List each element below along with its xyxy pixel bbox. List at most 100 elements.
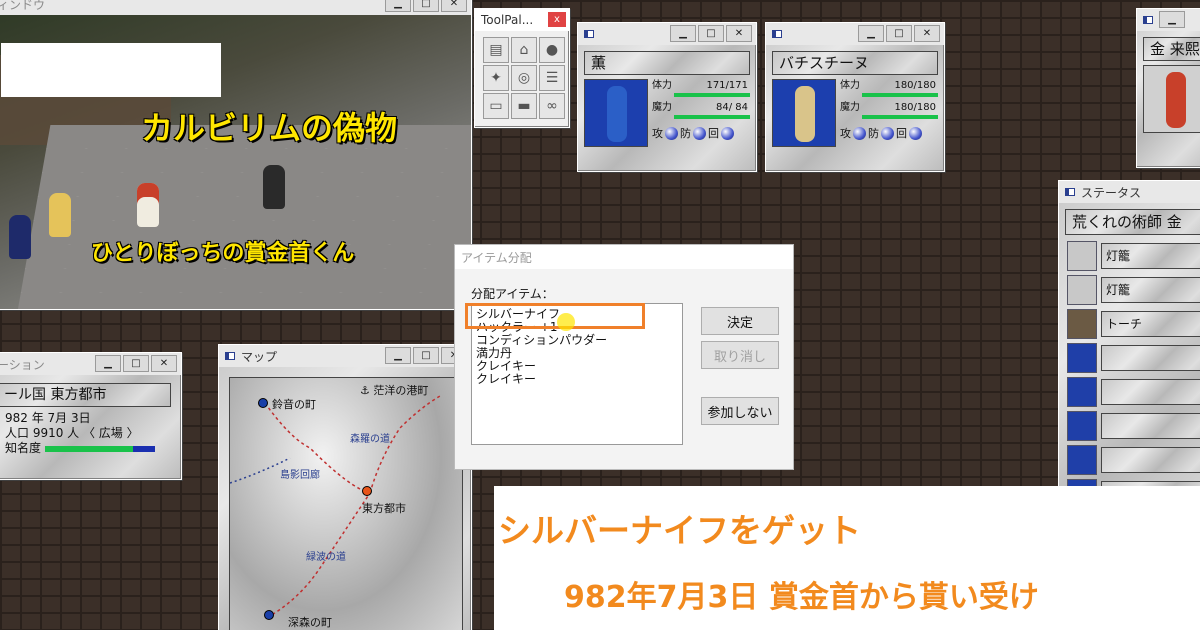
tool-grid: ▤ ⌂ ● ✦ ◎ ☰ ▭ ▬ ∞ bbox=[475, 31, 569, 125]
port-label: ⚓ 茫洋の港町 bbox=[360, 384, 429, 397]
stat-area: 体力 171/171 魔力 84/ 84 攻 防 回 bbox=[652, 79, 750, 169]
character-card[interactable]: ▁ 金 来熙 bbox=[1136, 8, 1200, 168]
character-sprite[interactable] bbox=[9, 215, 31, 259]
game-view-titlebar[interactable]: ィンドウ ▁ □ ✕ bbox=[0, 0, 471, 15]
overlay-title: カルビリムの偽物 bbox=[141, 109, 398, 147]
minimize-button[interactable]: ▁ bbox=[385, 0, 411, 12]
defense-label: 防 bbox=[680, 127, 691, 140]
window-icon bbox=[1065, 188, 1075, 196]
character-card-titlebar[interactable]: ▁ bbox=[1137, 9, 1200, 31]
attack-orb-icon bbox=[853, 126, 866, 140]
lantern-icon bbox=[1067, 275, 1097, 305]
minimize-button[interactable]: ▁ bbox=[95, 355, 121, 372]
town-marker[interactable] bbox=[258, 398, 268, 408]
maximize-button[interactable]: □ bbox=[413, 0, 439, 12]
maximize-button[interactable]: □ bbox=[886, 25, 912, 42]
close-button[interactable]: ✕ bbox=[441, 0, 467, 12]
hp-value: 171/171 bbox=[706, 80, 748, 91]
town-marker[interactable] bbox=[362, 486, 372, 496]
game-view-window[interactable]: ィンドウ ▁ □ ✕ カルビリムの偽物 ひとりぼっちの賞金首くん bbox=[0, 0, 472, 310]
item-list-label: 分配アイテム： bbox=[471, 287, 554, 301]
minimize-button[interactable]: ▁ bbox=[670, 25, 696, 42]
maximize-button[interactable]: □ bbox=[123, 355, 149, 372]
stat-area: 体力 180/180 魔力 180/180 攻 防 回 bbox=[840, 79, 938, 169]
status-titlebar[interactable]: ステータス bbox=[1059, 181, 1200, 203]
item-distribution-dialog[interactable]: アイテム分配 分配アイテム： シルバーナイフ ハックラー +1 コンディションパ… bbox=[454, 244, 794, 470]
evade-label: 回 bbox=[708, 127, 719, 140]
confirm-button[interactable]: 決定 bbox=[701, 307, 779, 335]
window-icon bbox=[584, 30, 594, 38]
glasses-icon[interactable]: ∞ bbox=[539, 93, 565, 119]
item-dialog-titlebar[interactable]: アイテム分配 bbox=[455, 245, 793, 269]
character-name: バチスチーヌ bbox=[772, 51, 938, 75]
item-dialog-title: アイテム分配 bbox=[461, 250, 532, 265]
location-titlebar[interactable]: ーション ▁ □ ✕ bbox=[0, 353, 181, 375]
road-label: 森羅の道 bbox=[350, 434, 390, 445]
character-card-titlebar[interactable]: ▁ □ ✕ bbox=[578, 23, 756, 45]
map-title: マップ bbox=[241, 349, 278, 364]
list-icon[interactable]: ☰ bbox=[539, 65, 565, 91]
equipment-slot[interactable]: 灯籠 bbox=[1067, 275, 1200, 305]
cancel-button[interactable]: 取り消し bbox=[701, 341, 779, 369]
skip-button[interactable]: 参加しない bbox=[701, 397, 779, 425]
character-card[interactable]: ▁ □ ✕ バチスチーヌ 体力 180/180 魔力 180/180 攻 防 回 bbox=[765, 22, 945, 172]
scroll-icon[interactable]: ▤ bbox=[483, 37, 509, 63]
tool-palette-title: ToolPal... bbox=[481, 13, 534, 27]
equipment-slot[interactable]: 灯籠 bbox=[1067, 241, 1200, 271]
bed-icon[interactable]: ▬ bbox=[511, 93, 537, 119]
chest-icon[interactable]: ▭ bbox=[483, 93, 509, 119]
equipment-slot[interactable] bbox=[1067, 445, 1200, 475]
attack-orb-icon bbox=[665, 126, 678, 140]
target-icon[interactable]: ◎ bbox=[511, 65, 537, 91]
defense-orb-icon bbox=[693, 126, 706, 140]
map-titlebar[interactable]: マップ ▁ □ ✕ bbox=[219, 345, 471, 367]
equipment-name: 灯籠 bbox=[1101, 243, 1200, 269]
minimize-button[interactable]: ▁ bbox=[858, 25, 884, 42]
town-marker[interactable] bbox=[264, 610, 274, 620]
character-sprite[interactable] bbox=[49, 193, 71, 237]
character-card[interactable]: ▁ □ ✕ 薫 体力 171/171 魔力 84/ 84 攻 防 回 bbox=[577, 22, 757, 172]
equipment-slot[interactable] bbox=[1067, 411, 1200, 441]
tool-palette-window[interactable]: ToolPal... x ▤ ⌂ ● ✦ ◎ ☰ ▭ ▬ ∞ bbox=[474, 8, 570, 128]
status-title: ステータス bbox=[1081, 185, 1142, 200]
mp-label: 魔力 bbox=[840, 102, 860, 113]
close-button[interactable]: ✕ bbox=[151, 355, 177, 372]
stone-floor bbox=[11, 125, 471, 309]
population-line: 人口 9910 人 〈 広場 〉 bbox=[5, 426, 139, 440]
sparkle-icon[interactable]: ✦ bbox=[483, 65, 509, 91]
list-item[interactable]: クレイキー bbox=[476, 373, 678, 386]
location-title: ーション bbox=[0, 357, 45, 372]
tool-palette-close-button[interactable]: x bbox=[548, 12, 566, 27]
character-name: 薫 bbox=[584, 51, 750, 75]
equipment-name bbox=[1101, 379, 1200, 405]
location-window[interactable]: ーション ▁ □ ✕ ール国 東方都市 982 年 7月 3日 人口 9910 … bbox=[0, 352, 182, 480]
equipment-slot[interactable] bbox=[1067, 377, 1200, 407]
mp-label: 魔力 bbox=[652, 102, 672, 113]
minimize-button[interactable]: ▁ bbox=[1159, 11, 1185, 28]
defense-label: 防 bbox=[868, 127, 879, 140]
enemy-sprite[interactable] bbox=[263, 165, 285, 209]
world-map[interactable]: 鈴音の町 ⚓ 茫洋の港町 森羅の道 島影回廊 東方都市 緑波の道 深森の町 bbox=[229, 377, 463, 630]
window-icon bbox=[772, 30, 782, 38]
fame-label: 知名度 bbox=[5, 441, 42, 455]
equipment-slot[interactable] bbox=[1067, 343, 1200, 373]
close-button[interactable]: ✕ bbox=[914, 25, 940, 42]
equipment-slot[interactable]: トーチ bbox=[1067, 309, 1200, 339]
tool-palette-titlebar[interactable]: ToolPal... x bbox=[475, 9, 569, 31]
combat-stats: 攻 防 回 bbox=[652, 125, 750, 141]
house-icon[interactable]: ⌂ bbox=[511, 37, 537, 63]
map-window[interactable]: マップ ▁ □ ✕ 鈴音の町 ⚓ 茫洋の港町 森羅の道 島影回廊 東方都市 緑波… bbox=[218, 344, 472, 630]
town-label: 深森の町 bbox=[288, 616, 332, 629]
game-scene[interactable]: カルビリムの偽物 ひとりぼっちの賞金首くん bbox=[0, 15, 471, 309]
town-label: 鈴音の町 bbox=[272, 398, 316, 411]
maximize-button[interactable]: □ bbox=[698, 25, 724, 42]
town-label: 東方都市 bbox=[362, 502, 406, 515]
message-box bbox=[1, 43, 221, 97]
bag-icon[interactable]: ● bbox=[539, 37, 565, 63]
character-card-titlebar[interactable]: ▁ □ ✕ bbox=[766, 23, 944, 45]
road-label: 島影回廊 bbox=[280, 470, 320, 481]
close-button[interactable]: ✕ bbox=[726, 25, 752, 42]
maximize-button[interactable]: □ bbox=[413, 347, 439, 364]
character-sprite[interactable] bbox=[137, 183, 159, 227]
minimize-button[interactable]: ▁ bbox=[385, 347, 411, 364]
